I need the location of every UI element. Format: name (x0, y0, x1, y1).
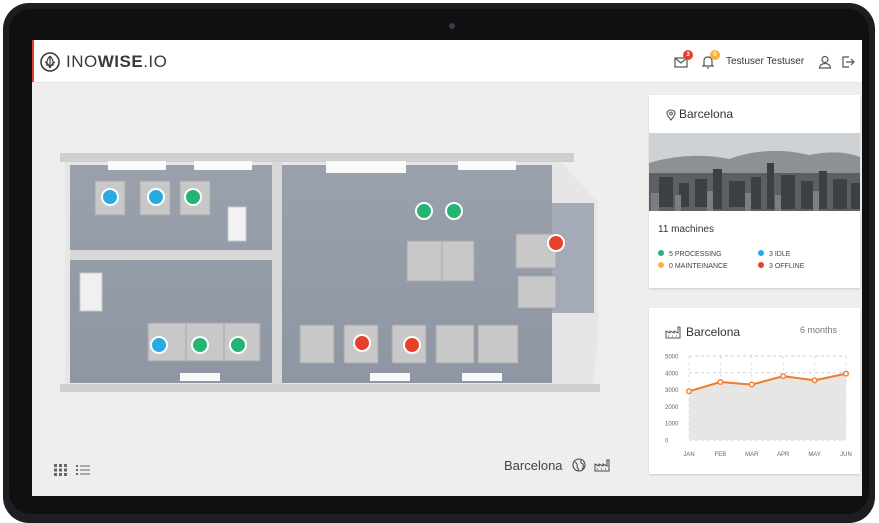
door (227, 206, 247, 242)
wall-horizontal (70, 250, 272, 260)
machine-status-offline[interactable] (403, 336, 421, 354)
x-tick-label: APR (777, 452, 790, 458)
grid-view-icon[interactable] (54, 463, 68, 476)
machine-status-processing[interactable] (445, 202, 463, 220)
stat-offline-label: 3 OFFLINE (769, 263, 805, 270)
brand-logo-icon (40, 52, 60, 72)
door (79, 272, 103, 312)
y-tick-label: 3000 (665, 388, 679, 394)
machine-status-idle[interactable] (101, 188, 119, 206)
wall-bottom (60, 384, 600, 392)
user-icon[interactable] (817, 54, 833, 70)
machine-count: 11 machines (658, 224, 714, 235)
stat-processing: 5 PROCESSING (658, 250, 722, 258)
data-point (748, 381, 755, 388)
app-screen: INOWISE.IO 3 0 Testuser Testuser Barcelo… (32, 40, 862, 496)
x-tick-label: FEB (715, 452, 727, 458)
factory-icon[interactable] (594, 458, 610, 472)
floor-plan (60, 153, 600, 392)
accent-stripe (32, 40, 34, 82)
floor-light (370, 373, 410, 381)
chart-card-title: Barcelona (686, 325, 741, 339)
machine-status-offline[interactable] (353, 334, 371, 352)
production-chart: 5000 4000 3000 2000 1000 0 JAN FEB MAR APR MAY JUN (665, 355, 852, 459)
city-photo (649, 133, 860, 211)
stat-maintenance: 0 MAINTEINANCE (658, 262, 728, 270)
location-footer-label: Barcelona (504, 458, 563, 473)
stat-processing-label: 5 PROCESSING (669, 251, 722, 258)
y-tick-label: 4000 (665, 371, 679, 377)
y-tick-label: 5000 (665, 355, 679, 361)
data-point (842, 370, 849, 377)
wall-divider (272, 161, 282, 387)
location-card-title: Barcelona (679, 107, 734, 121)
y-tick-label: 1000 (665, 422, 679, 428)
machine-status-processing[interactable] (229, 336, 247, 354)
data-point (686, 388, 693, 395)
chart-range[interactable]: 6 months (800, 325, 837, 335)
machine-box[interactable] (406, 240, 444, 282)
webcam (449, 23, 455, 29)
x-tick-label: MAR (745, 452, 759, 458)
y-tick-label: 0 (665, 439, 669, 445)
machine-box[interactable] (435, 324, 475, 364)
floor-light (180, 373, 220, 381)
location-footer: Barcelona (504, 458, 610, 473)
machine-box[interactable] (441, 240, 475, 282)
machine-status-offline[interactable] (547, 234, 565, 252)
floor-plan-area (32, 83, 642, 496)
ceiling-light (458, 161, 516, 170)
list-view-icon[interactable] (76, 464, 91, 476)
brand-suffix: .IO (143, 52, 168, 71)
data-point (717, 379, 724, 386)
status-dot-offline (758, 262, 764, 268)
floor-light (462, 373, 502, 381)
machine-status-processing[interactable] (415, 202, 433, 220)
machine-box[interactable] (299, 324, 335, 364)
factory-icon (665, 326, 681, 339)
y-tick-label: 2000 (665, 405, 679, 411)
status-dot-maintenance (658, 262, 664, 268)
brand-name[interactable]: INOWISE.IO (66, 52, 167, 72)
machine-status-processing[interactable] (184, 188, 202, 206)
view-toggle (54, 461, 91, 479)
ceiling-light (326, 161, 406, 173)
status-dot-idle (758, 250, 764, 256)
brand-bold: WISE (97, 52, 144, 71)
machine-status-idle[interactable] (150, 336, 168, 354)
machine-box[interactable] (517, 275, 557, 309)
x-tick-label: JAN (683, 452, 694, 458)
status-dot-processing (658, 250, 664, 256)
wall-top (60, 153, 574, 162)
mail-badge: 3 (683, 50, 693, 60)
x-tick-label: JUN (840, 452, 852, 458)
ceiling-light (194, 161, 252, 170)
chart-card[interactable]: Barcelona 6 months 5000 4000 3000 2000 1000 0… (649, 308, 860, 474)
location-card[interactable]: Barcelona 11 machines 5 PROCESSING 3 IDL… (649, 95, 860, 288)
machine-status-idle[interactable] (147, 188, 165, 206)
ceiling-light (108, 161, 166, 170)
machine-box[interactable] (477, 324, 519, 364)
machine-status-processing[interactable] (191, 336, 209, 354)
stat-idle: 3 IDLE (758, 250, 790, 258)
globe-icon[interactable] (572, 458, 586, 472)
logout-icon[interactable] (840, 54, 856, 70)
stat-idle-label: 3 IDLE (769, 251, 791, 258)
top-bar: INOWISE.IO 3 0 Testuser Testuser (32, 40, 862, 83)
data-point (811, 377, 818, 384)
x-tick-label: MAY (808, 452, 821, 458)
brand-light: INO (66, 52, 98, 71)
bell-badge: 0 (710, 50, 720, 60)
room-side (552, 203, 594, 313)
stat-maintenance-label: 0 MAINTEINANCE (669, 263, 728, 270)
location-pin-icon (666, 109, 676, 121)
username-label[interactable]: Testuser Testuser (726, 56, 804, 67)
data-point (780, 373, 787, 380)
stat-offline: 3 OFFLINE (758, 262, 804, 270)
